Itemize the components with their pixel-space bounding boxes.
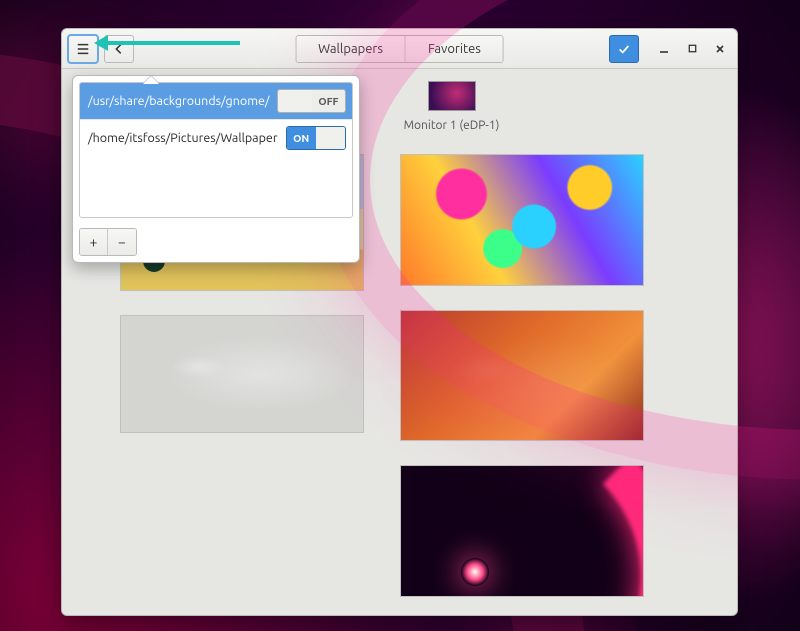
add-folder-button[interactable]: + [80, 229, 108, 255]
folder-path-list[interactable]: /usr/share/backgrounds/gnome/ OFF /home/… [79, 82, 353, 218]
desktop-background: Wallpapers Favorites [0, 0, 800, 631]
titlebar: Wallpapers Favorites [62, 29, 737, 69]
folder-path-text: /usr/share/backgrounds/gnome/ [88, 94, 269, 108]
folder-path-row[interactable]: /usr/share/backgrounds/gnome/ OFF [80, 83, 352, 120]
window-maximize-button[interactable] [685, 42, 699, 56]
minimize-icon [658, 43, 670, 55]
view-switcher: Wallpapers Favorites [295, 35, 504, 63]
folder-toggle[interactable]: ON [286, 126, 346, 150]
wallpaper-thumb[interactable] [400, 154, 644, 286]
back-button[interactable] [104, 35, 134, 63]
folder-path-text: /home/itsfoss/Pictures/Wallpaper [88, 131, 278, 145]
wallpaper-app-window: Wallpapers Favorites [61, 28, 738, 616]
close-icon [714, 43, 726, 55]
tab-favorites[interactable]: Favorites [406, 36, 503, 62]
tab-wallpapers[interactable]: Wallpapers [296, 36, 406, 62]
annotation-arrow [100, 41, 240, 45]
folder-path-row[interactable]: /home/itsfoss/Pictures/Wallpaper ON [80, 120, 352, 156]
remove-folder-button[interactable]: − [108, 229, 136, 255]
toggle-label: OFF [312, 90, 345, 112]
window-close-button[interactable] [713, 42, 727, 56]
apply-button[interactable] [609, 35, 639, 63]
check-icon [617, 42, 631, 56]
wallpaper-thumb[interactable] [400, 310, 644, 442]
toggle-label: ON [287, 127, 316, 149]
folders-popover: /usr/share/backgrounds/gnome/ OFF /home/… [72, 75, 360, 263]
monitor-1-label: Monitor 1 (eDP-1) [404, 119, 500, 132]
monitor-1[interactable]: Monitor 1 (eDP-1) [404, 77, 500, 132]
wallpaper-thumb[interactable] [400, 465, 644, 597]
folder-toggle[interactable]: OFF [277, 89, 346, 113]
window-minimize-button[interactable] [657, 42, 671, 56]
maximize-icon [687, 43, 698, 54]
wallpaper-thumb[interactable] [120, 315, 364, 433]
folder-list-actions: + − [79, 228, 137, 256]
